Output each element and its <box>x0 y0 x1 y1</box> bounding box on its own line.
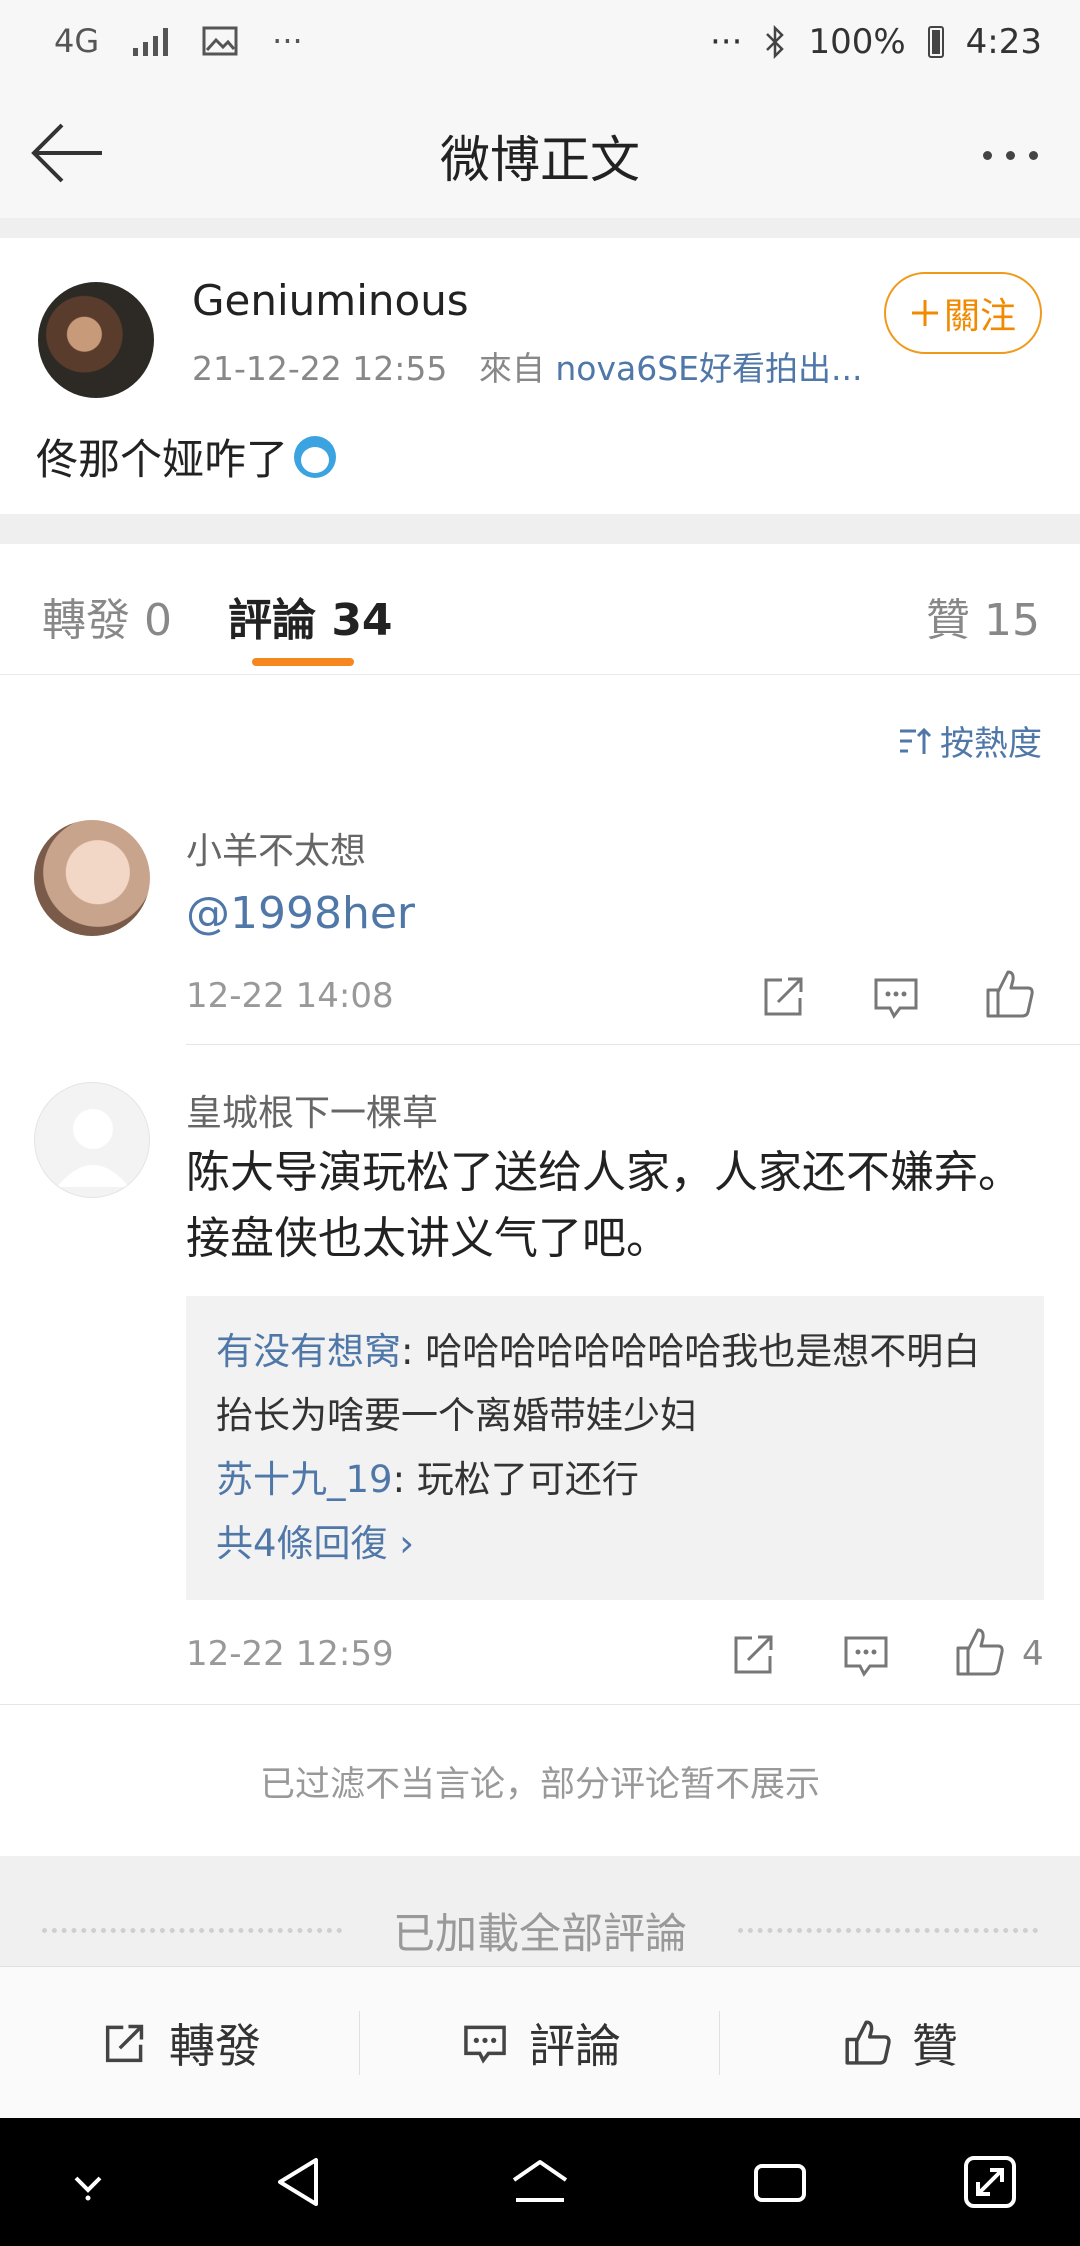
post-source-prefix: 來自 <box>478 349 545 388</box>
bluetooth-icon <box>766 25 785 59</box>
chevron-down-icon <box>74 2176 102 2201</box>
post-timestamp: 21-12-22 12:55 <box>192 349 448 388</box>
tab-like[interactable]: 贊 15 <box>926 584 1040 648</box>
comment-text[interactable]: @1998her <box>186 888 415 939</box>
repost-button[interactable]: 轉發 <box>0 1967 360 2119</box>
comment-icon <box>464 2025 506 2064</box>
active-tab-indicator <box>252 658 354 666</box>
like-comment-button[interactable] <box>950 1622 1010 1682</box>
reply-item[interactable]: 苏十九_19: 玩松了可还行 <box>216 1448 1014 1512</box>
comment-username[interactable]: 小羊不太想 <box>186 822 366 874</box>
status-left: 4G ··· <box>54 22 303 60</box>
recents-nav-button[interactable] <box>748 2150 812 2214</box>
doraemon-emoji-icon <box>294 435 337 478</box>
dotted-divider <box>738 1928 1038 1933</box>
reply-username[interactable]: 苏十九_19 <box>216 1458 393 1501</box>
comment-button[interactable]: 評論 <box>360 1967 720 2119</box>
reply-comment-button[interactable] <box>836 1624 896 1684</box>
section-gap <box>0 218 1080 238</box>
reply-item[interactable]: 有没有想窝: 哈哈哈哈哈哈哈哈我也是想不明白 抬长为啥要一个离婚带娃少妇 <box>216 1320 1014 1448</box>
expand-icon <box>964 2156 1016 2208</box>
divider <box>0 1704 1080 1705</box>
triangle-back-icon <box>278 2158 318 2206</box>
post-card: Geniuminous 21-12-22 12:55 來自 nova6SE好看拍… <box>0 238 1080 514</box>
thumbs-up-icon <box>845 2020 891 2065</box>
home-nav-button[interactable] <box>508 2150 572 2214</box>
reply-preview-box[interactable]: 有没有想窝: 哈哈哈哈哈哈哈哈我也是想不明白 抬长为啥要一个离婚带娃少妇 苏十九… <box>186 1296 1044 1600</box>
tab-comment[interactable]: 評論 34 <box>228 584 393 648</box>
avatar[interactable] <box>38 282 154 398</box>
clock: 4:23 <box>965 22 1042 62</box>
status-bar: 4G ··· ··· 100% 4:23 <box>0 0 1080 90</box>
section-gap <box>0 514 1080 544</box>
default-avatar-icon <box>57 1109 129 1187</box>
back-nav-button[interactable] <box>268 2150 332 2214</box>
recents-icon <box>754 2164 806 2202</box>
like-comment-button[interactable] <box>980 964 1040 1024</box>
view-all-replies-link[interactable]: 共4條回復 › <box>216 1512 1014 1576</box>
like-button[interactable]: 贊 <box>720 1967 1080 2119</box>
status-right: ··· 100% 4:23 <box>710 22 1042 62</box>
network-indicator: 4G <box>54 22 100 60</box>
comment-text[interactable]: 陈大导演玩松了送给人家，人家还不嫌弃。接盘侠也太讲义气了吧。 <box>186 1140 1046 1272</box>
hide-keyboard-button[interactable] <box>56 2150 120 2214</box>
filter-notice: 已过滤不当言论，部分评论暂不展示 <box>259 1765 820 1805</box>
comment-icon <box>844 1636 888 1677</box>
battery-percent: 100% <box>808 22 906 62</box>
like-count: 4 <box>1022 1634 1044 1674</box>
like-label: 贊 <box>912 2019 958 2073</box>
post-source[interactable]: nova6SE好看拍出... <box>555 349 862 388</box>
avatar[interactable] <box>34 820 150 936</box>
page-title: 微博正文 <box>440 131 640 189</box>
battery-icon <box>927 26 944 58</box>
share-icon <box>105 2024 144 2063</box>
divider <box>186 1044 1080 1045</box>
sort-icon <box>900 727 932 754</box>
sort-button[interactable]: 按熱度 <box>898 716 1042 765</box>
reply-username[interactable]: 有没有想窝 <box>216 1330 401 1373</box>
follow-label: 關注 <box>943 296 1016 337</box>
share-comment-button[interactable] <box>724 1624 784 1684</box>
more-options-button[interactable] <box>970 130 1050 180</box>
share-comment-button[interactable] <box>754 966 814 1026</box>
comment-username[interactable]: 皇城根下一棵草 <box>186 1084 438 1136</box>
tab-bar: 轉發 0 評論 34 贊 15 <box>0 544 1080 675</box>
reply-comment-button[interactable] <box>866 966 926 1026</box>
post-username[interactable]: Geniuminous <box>192 276 469 325</box>
expand-nav-button[interactable] <box>958 2150 1022 2214</box>
bottom-action-bar: 轉發 評論 贊 <box>0 1966 1080 2119</box>
follow-button[interactable]: 關注 <box>884 272 1042 354</box>
post-meta: 21-12-22 12:55 來自 nova6SE好看拍出... <box>192 342 863 390</box>
repost-label: 轉發 <box>169 2019 261 2073</box>
share-icon <box>764 977 803 1016</box>
notification-more: ··· <box>272 22 303 60</box>
home-icon <box>512 2160 568 2202</box>
signal-icon <box>133 26 169 56</box>
image-icon <box>202 26 238 56</box>
comment-icon <box>874 978 918 1019</box>
tab-repost[interactable]: 轉發 0 <box>42 584 172 648</box>
share-icon <box>734 1635 773 1674</box>
comment-time: 12-22 14:08 <box>186 976 394 1016</box>
system-nav-bar <box>0 2118 1080 2246</box>
post-text-row: 佟那个娅咋了 <box>36 426 337 487</box>
reply-text: : 玩松了可还行 <box>392 1458 639 1501</box>
thumbs-up-icon <box>986 970 1034 1018</box>
plus-icon <box>911 300 938 326</box>
thumbs-up-icon <box>956 1628 1004 1676</box>
nav-bar: 微博正文 <box>0 90 1080 219</box>
comment-time: 12-22 12:59 <box>186 1634 394 1674</box>
avatar[interactable] <box>34 1082 150 1198</box>
comment-label: 評論 <box>529 2019 621 2073</box>
post-text: 佟那个娅咋了 <box>36 435 289 484</box>
status-more: ··· <box>710 22 743 62</box>
sort-label: 按熱度 <box>940 724 1042 764</box>
